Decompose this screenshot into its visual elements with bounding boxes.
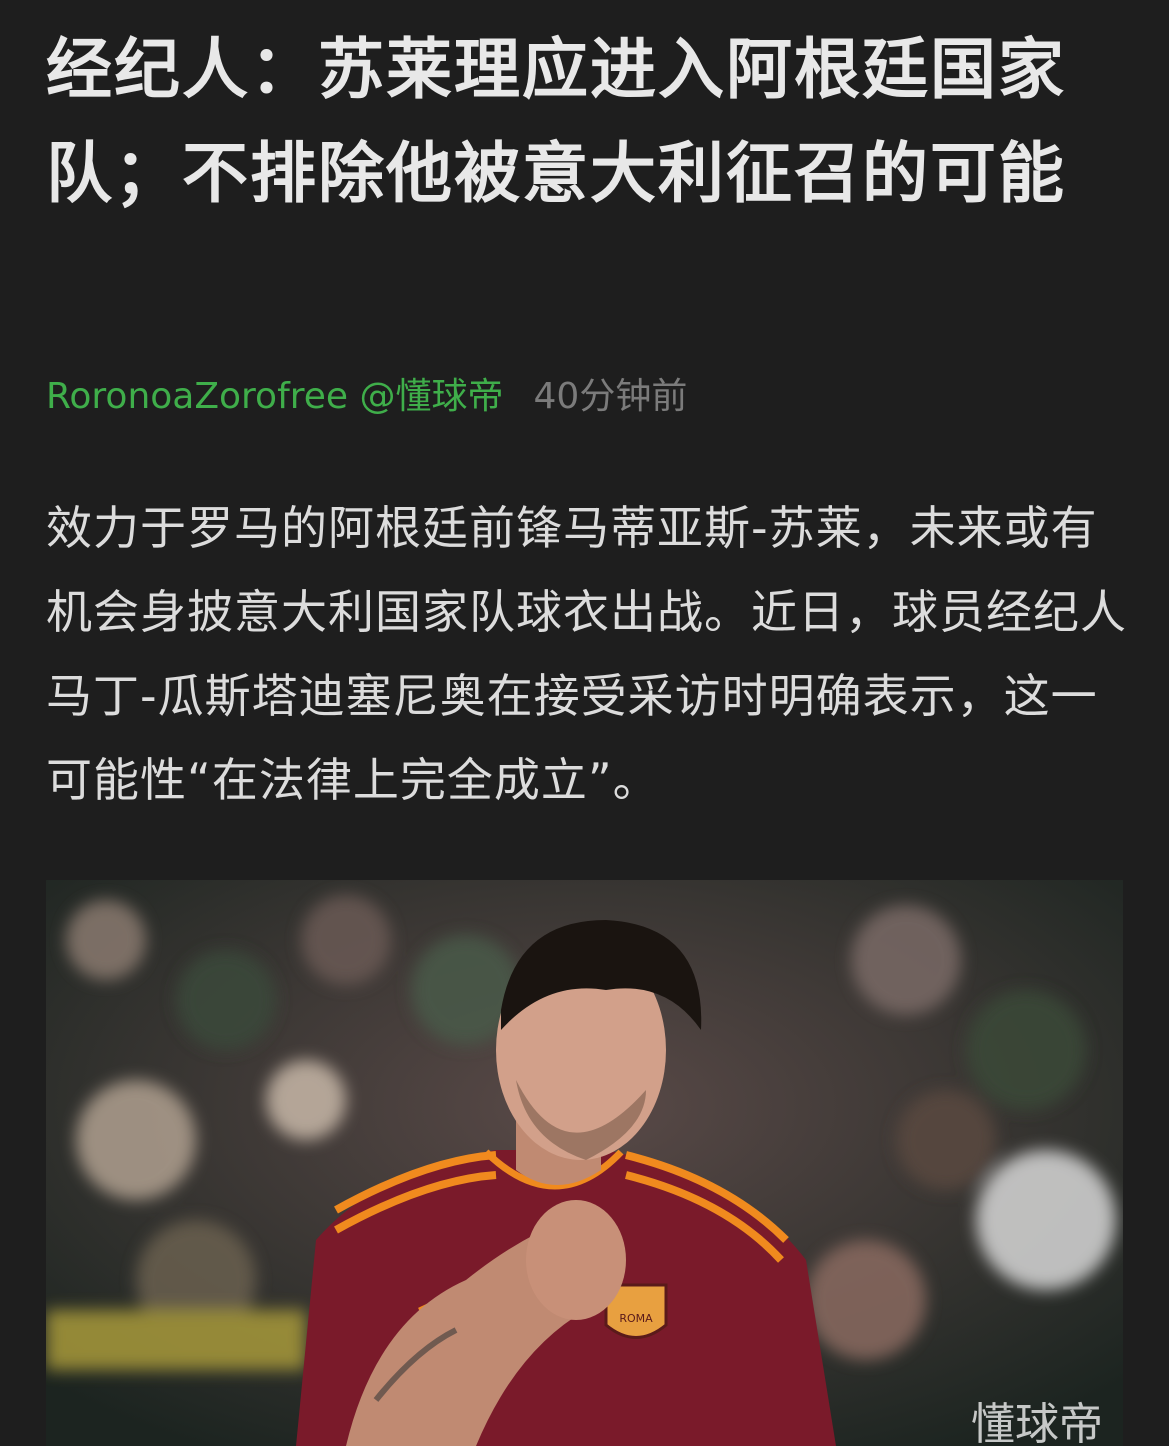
article-title: 经纪人：苏莱理应进入阿根廷国家队；不排除他被意大利征召的可能 xyxy=(46,31,1066,212)
article-photo[interactable]: ROMA 懂球帝 xyxy=(46,880,1123,1446)
watermark-text: 懂球帝 xyxy=(971,1399,1103,1446)
player-photo-illustration: ROMA xyxy=(46,880,1123,1446)
author-link[interactable]: RoronoaZorofree @懂球帝 xyxy=(46,376,504,417)
article-body: 效力于罗马的阿根廷前锋马蒂亚斯-苏莱，未来或有机会身披意大利国家队球衣出战。近日… xyxy=(46,501,1127,807)
crest-text: ROMA xyxy=(619,1312,653,1325)
publish-time: 40分钟前 xyxy=(533,376,688,417)
article-meta: RoronoaZorofree @懂球帝 40分钟前 xyxy=(46,372,687,422)
article-page: 经纪人：苏莱理应进入阿根廷国家队；不排除他被意大利征召的可能 RoronoaZo… xyxy=(0,0,1169,1446)
